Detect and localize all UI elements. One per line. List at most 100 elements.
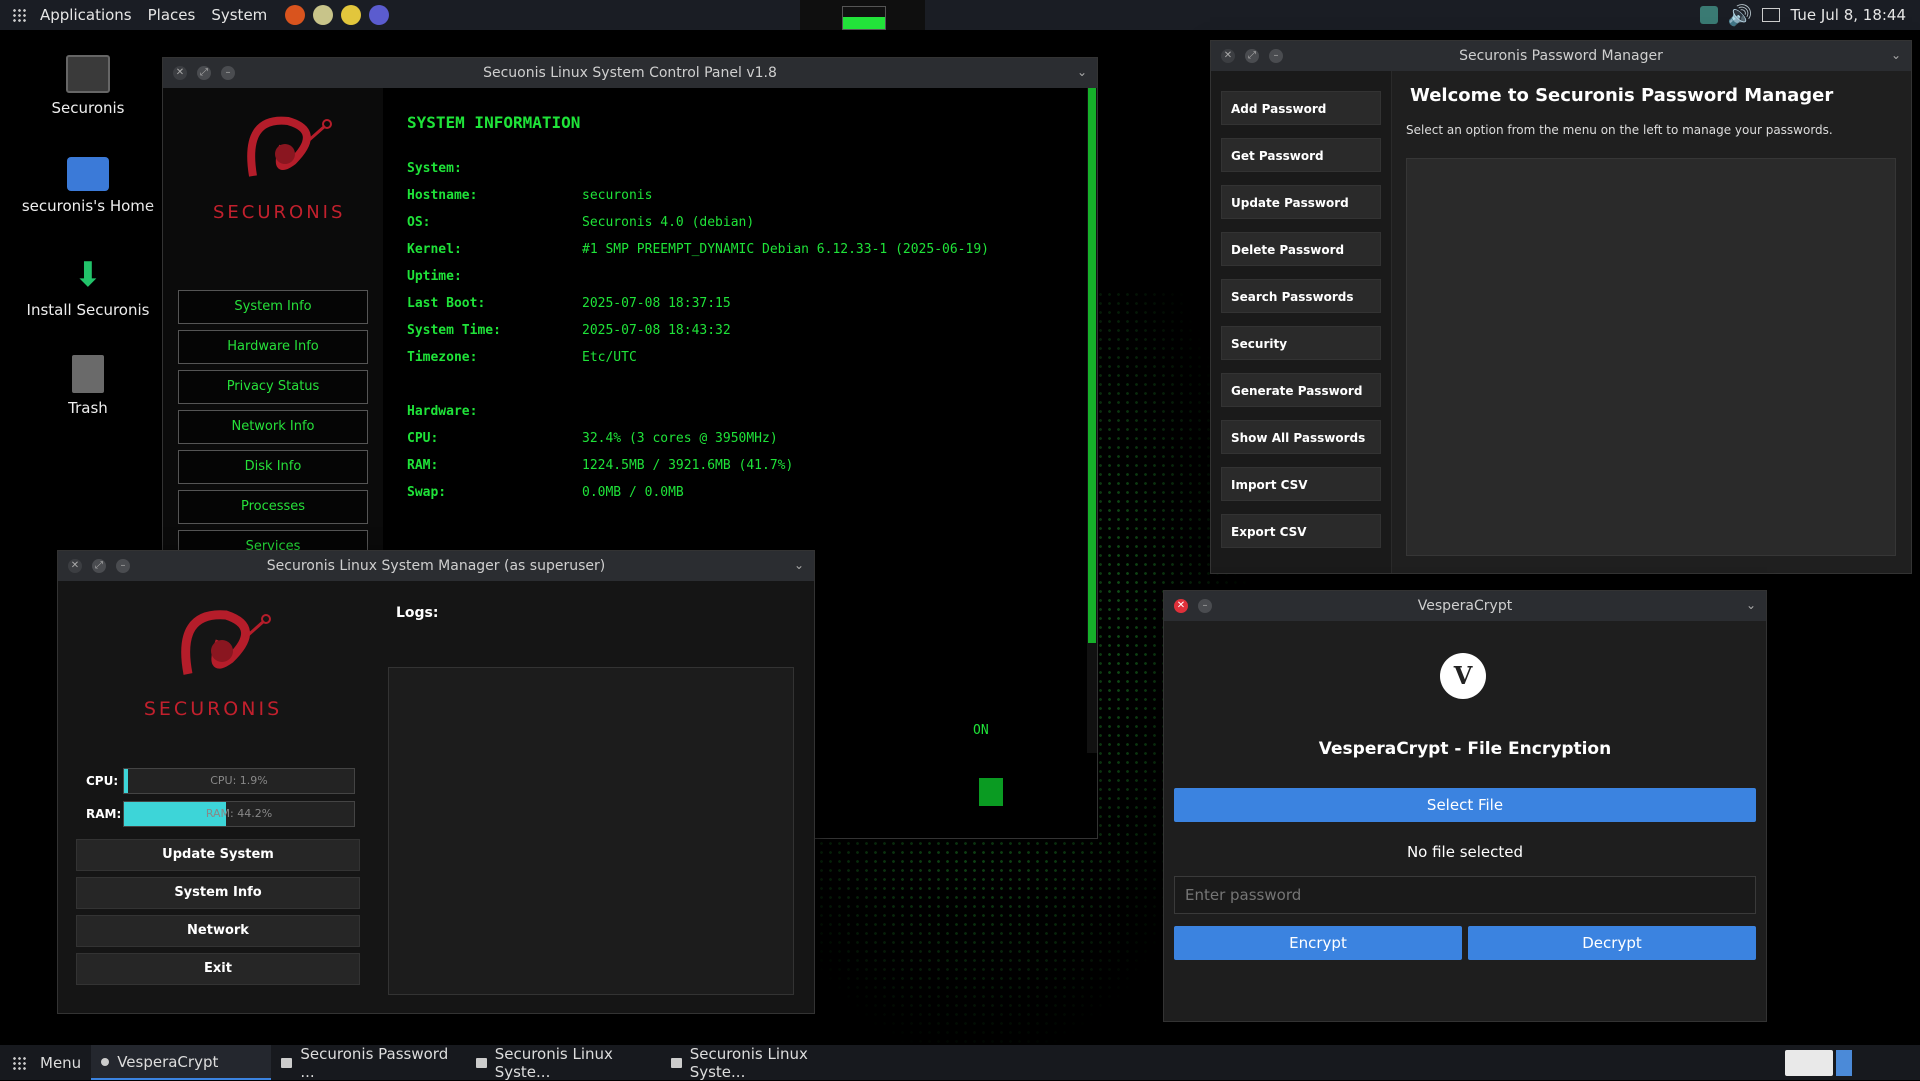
- welcome-subtitle: Select an option from the menu on the le…: [1406, 123, 1833, 137]
- task-vesperacrypt[interactable]: VesperaCrypt: [91, 1045, 272, 1080]
- workspace-switcher-icon[interactable]: [1785, 1050, 1833, 1076]
- minimize-icon[interactable]: –: [1198, 599, 1212, 613]
- desktop-icon-install[interactable]: ⬇ Install Securonis: [8, 255, 168, 319]
- onion-tray-icon[interactable]: [1699, 6, 1718, 24]
- task-label: Securonis Linux Syste...: [689, 1044, 808, 1081]
- info-row-uptime: Uptime:: [407, 269, 462, 284]
- menu-applications[interactable]: Applications: [32, 0, 140, 30]
- info-row-cpu: CPU: 32.4% (3 cores @ 3950MHz): [407, 431, 778, 446]
- control-panel-titlebar[interactable]: ✕ ⤢ – Secuonis Linux System Control Pane…: [163, 58, 1097, 88]
- close-icon[interactable]: ✕: [1174, 599, 1188, 613]
- desktop-icon-trash[interactable]: Trash: [8, 355, 168, 417]
- window-icon: [281, 1057, 293, 1068]
- nav-privacy-status[interactable]: Privacy Status: [178, 370, 368, 404]
- add-password-button[interactable]: Add Password: [1221, 91, 1381, 125]
- encrypt-button[interactable]: Encrypt: [1174, 926, 1462, 960]
- password-input[interactable]: [1174, 876, 1756, 914]
- info-row-system-time: System Time: 2025-07-08 18:43:32: [407, 323, 731, 338]
- window-title: Secuonis Linux System Control Panel v1.8: [483, 65, 777, 81]
- logs-textarea[interactable]: [388, 667, 794, 995]
- taskbar-menu-label: Menu: [40, 1053, 82, 1072]
- minimize-icon[interactable]: –: [221, 66, 235, 80]
- task-password-manager[interactable]: Securonis Password ...: [271, 1045, 466, 1081]
- minimize-icon[interactable]: –: [1269, 49, 1283, 63]
- get-password-button[interactable]: Get Password: [1221, 138, 1381, 172]
- delete-password-button[interactable]: Delete Password: [1221, 232, 1381, 266]
- decrypt-button[interactable]: Decrypt: [1468, 926, 1756, 960]
- trash-icon: [72, 355, 104, 393]
- task-system-manager[interactable]: Securonis Linux Syste...: [466, 1045, 661, 1081]
- close-icon[interactable]: ✕: [173, 66, 187, 80]
- chevron-down-icon[interactable]: ⌄: [1746, 598, 1756, 612]
- file-status-label: No file selected: [1406, 843, 1524, 861]
- onion-launcher-icon[interactable]: [313, 5, 334, 25]
- window-icon: [671, 1057, 682, 1068]
- nav-system-info[interactable]: System Info: [178, 290, 368, 324]
- password-manager-titlebar[interactable]: ✕ ⤢ – Securonis Password Manager ⌄: [1211, 41, 1911, 71]
- workspace-indicator[interactable]: [1836, 1050, 1852, 1076]
- info-row-system: System:: [407, 161, 462, 176]
- mascot-launcher-icon[interactable]: [341, 5, 362, 25]
- export-csv-button[interactable]: Export CSV: [1221, 514, 1381, 548]
- window-title: VesperaCrypt: [1417, 598, 1513, 614]
- close-icon[interactable]: ✕: [68, 559, 82, 573]
- network-button[interactable]: Network: [76, 915, 360, 947]
- select-file-button[interactable]: Select File: [1174, 788, 1756, 822]
- nav-processes[interactable]: Processes: [178, 490, 368, 524]
- firefox-launcher-icon[interactable]: [285, 5, 306, 25]
- partial-text: ON: [973, 723, 989, 738]
- maximize-icon[interactable]: ⤢: [197, 66, 211, 80]
- info-row-kernel: Kernel: #1 SMP PREEMPT_DYNAMIC Debian 6.1…: [407, 242, 989, 257]
- nav-hardware-info[interactable]: Hardware Info: [178, 330, 368, 364]
- logs-label: Logs:: [396, 605, 439, 621]
- nav-network-info[interactable]: Network Info: [178, 410, 368, 444]
- nav-disk-info[interactable]: Disk Info: [178, 450, 368, 484]
- logo-text: SECURONIS: [143, 698, 283, 720]
- menu-system[interactable]: System: [203, 0, 275, 30]
- computer-icon: [66, 55, 110, 93]
- password-manager-body: Add Password Get Password Update Passwor…: [1211, 71, 1911, 573]
- lock-launcher-icon[interactable]: [369, 5, 390, 25]
- desktop-icon-securonis[interactable]: Securonis: [8, 55, 168, 117]
- apps-grid-icon[interactable]: [12, 8, 26, 22]
- clock[interactable]: Tue Jul 8, 18:44: [1790, 6, 1906, 24]
- taskbar: Menu VesperaCrypt Securonis Password ...…: [0, 1044, 1920, 1081]
- chevron-down-icon[interactable]: ⌄: [794, 558, 804, 572]
- system-manager-window: ✕ ⤢ – Securonis Linux System Manager (as…: [57, 550, 815, 1014]
- update-system-button[interactable]: Update System: [76, 839, 360, 871]
- desktop-icon-label: Trash: [68, 399, 108, 417]
- scrollbar[interactable]: [1087, 88, 1097, 753]
- minimize-icon[interactable]: –: [116, 559, 130, 573]
- chevron-down-icon[interactable]: ⌄: [1891, 48, 1901, 62]
- vesperacrypt-task-icon: [101, 1057, 110, 1066]
- desktop-icon-home[interactable]: securonis's Home: [8, 157, 168, 215]
- vesperacrypt-titlebar[interactable]: ✕ – VesperaCrypt ⌄: [1164, 591, 1766, 621]
- desktop-icon-label: securonis's Home: [21, 197, 155, 215]
- battery-icon[interactable]: [1762, 8, 1781, 22]
- taskbar-menu-button[interactable]: Menu: [0, 1045, 91, 1080]
- generate-password-button[interactable]: Generate Password: [1221, 373, 1381, 407]
- section-heading: SYSTEM INFORMATION: [407, 113, 581, 132]
- task-control-panel[interactable]: Securonis Linux Syste...: [661, 1044, 856, 1081]
- search-passwords-button[interactable]: Search Passwords: [1221, 279, 1381, 313]
- securonis-logo: SECURONIS: [213, 106, 343, 226]
- window-icon: [476, 1057, 487, 1068]
- maximize-icon[interactable]: ⤢: [1245, 49, 1259, 63]
- menu-places[interactable]: Places: [140, 0, 204, 30]
- desktop-icon-label: Securonis: [51, 99, 125, 117]
- system-manager-titlebar[interactable]: ✕ ⤢ – Securonis Linux System Manager (as…: [58, 551, 814, 581]
- security-button[interactable]: Security: [1221, 326, 1381, 360]
- vesperacrypt-body: V VesperaCrypt - File Encryption Select …: [1164, 621, 1766, 1021]
- home-folder-icon: [67, 157, 109, 191]
- password-manager-window: ✕ ⤢ – Securonis Password Manager ⌄ Add P…: [1210, 40, 1912, 574]
- system-info-button[interactable]: System Info: [76, 877, 360, 909]
- cpu-label: CPU:: [86, 774, 119, 788]
- show-all-passwords-button[interactable]: Show All Passwords: [1221, 420, 1381, 454]
- close-icon[interactable]: ✕: [1221, 49, 1235, 63]
- volume-icon[interactable]: 🔊: [1728, 3, 1753, 27]
- import-csv-button[interactable]: Import CSV: [1221, 467, 1381, 501]
- maximize-icon[interactable]: ⤢: [92, 559, 106, 573]
- exit-button[interactable]: Exit: [76, 953, 360, 985]
- update-password-button[interactable]: Update Password: [1221, 185, 1381, 219]
- chevron-down-icon[interactable]: ⌄: [1077, 65, 1087, 79]
